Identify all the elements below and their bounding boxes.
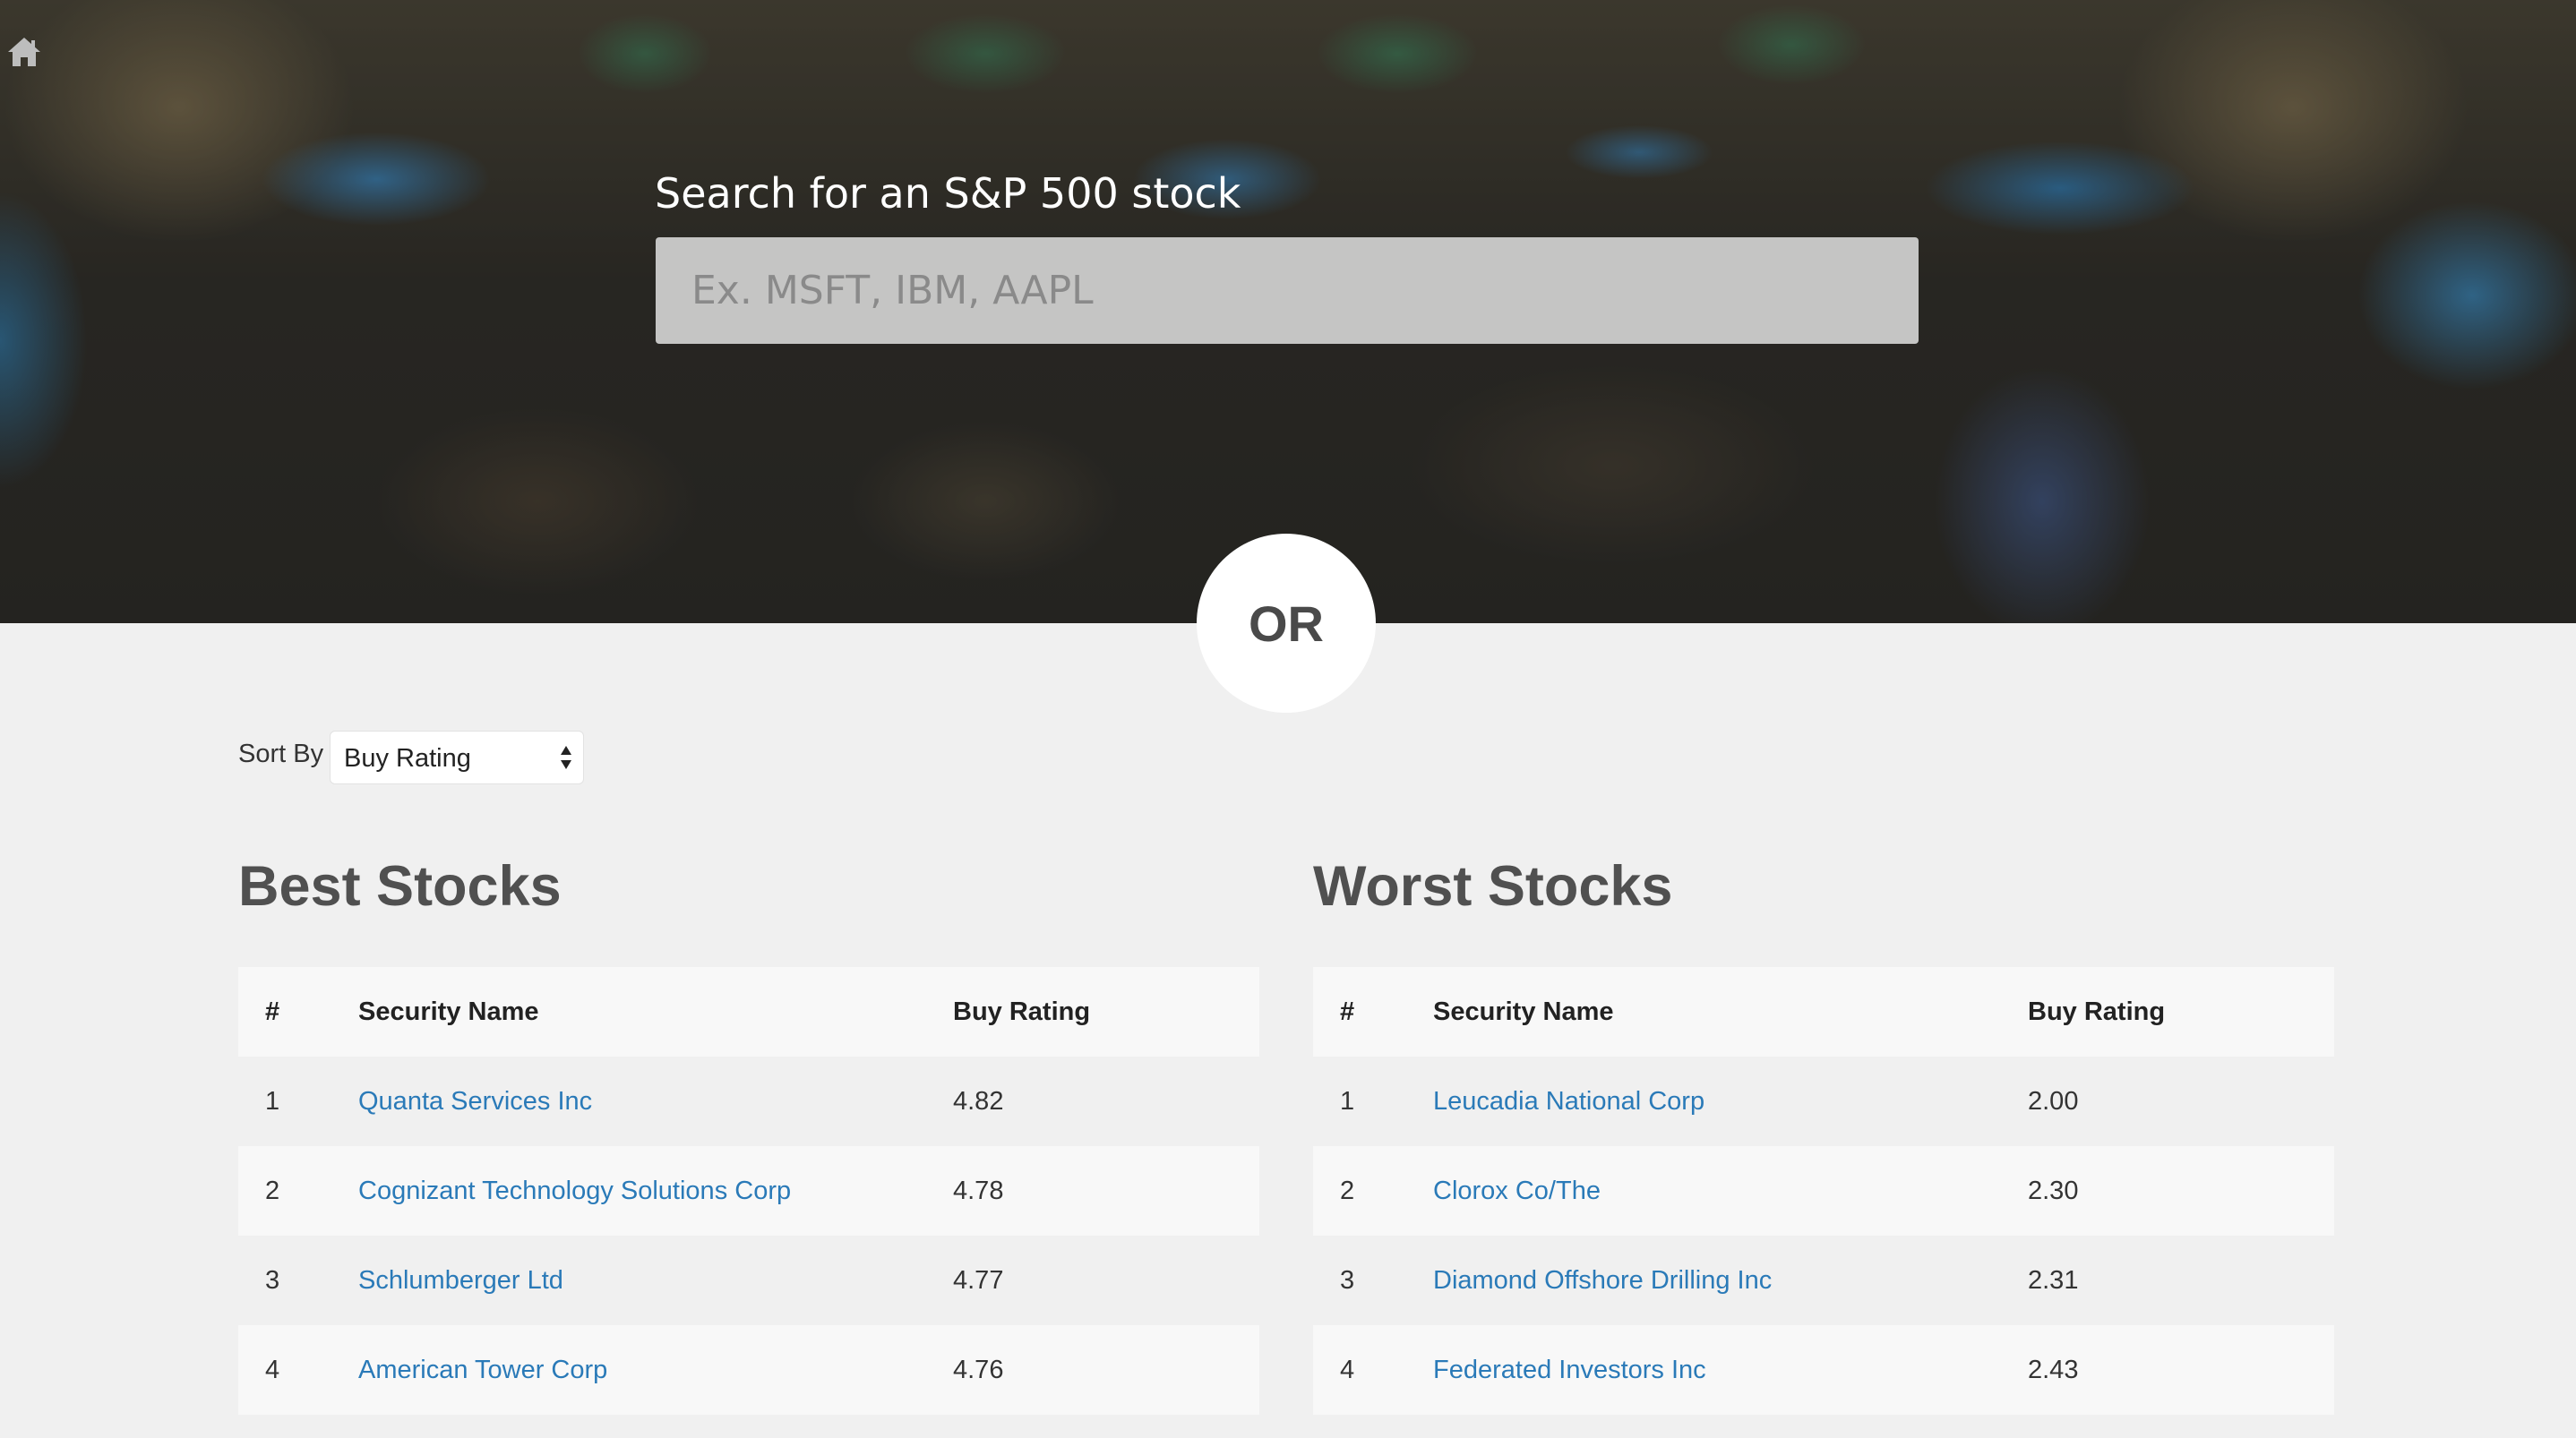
search-label: Search for an S&P 500 stock [655,169,1241,218]
rank-cell: 4 [1340,1355,1355,1384]
rank-cell: 3 [265,1265,280,1295]
rating-cell: 4.78 [953,1176,1004,1205]
rating-cell: 2.31 [2028,1265,2079,1295]
hero-banner: Search for an S&P 500 stock [0,0,2576,623]
rank-cell: 2 [265,1176,280,1205]
rank-cell: 2 [1340,1176,1355,1205]
table-header-row: # Security Name Buy Rating [238,967,1259,1057]
sort-select-value: Buy Rating [344,744,471,773]
table-row: 1 Leucadia National Corp 2.00 [1313,1057,2334,1146]
table-row: 4 Federated Investors Inc 2.43 [1313,1325,2334,1415]
column-header-rating: Buy Rating [2028,997,2166,1026]
name-cell: Quanta Services Inc [358,1057,953,1146]
sort-label: Sort By [238,740,324,768]
name-cell: Schlumberger Ltd [358,1236,953,1325]
stock-link[interactable]: Leucadia National Corp [1433,1087,1704,1116]
column-header-name: Security Name [1433,997,1614,1026]
table-row: 4 American Tower Corp 4.76 [238,1325,1259,1415]
rating-cell: 2.00 [2028,1086,2079,1116]
stock-link[interactable]: Cognizant Technology Solutions Corp [358,1177,791,1205]
sort-arrows-icon [560,744,572,771]
table-row: 2 Clorox Co/The 2.30 [1313,1146,2334,1236]
worst-stocks-title: Worst Stocks [1313,855,1673,918]
rank-cell: 4 [265,1355,280,1384]
table-header-row: # Security Name Buy Rating [1313,967,2334,1057]
table-row: 1 Quanta Services Inc 4.82 [238,1057,1259,1146]
or-divider: OR [1197,534,1376,713]
table-row: 3 Diamond Offshore Drilling Inc 2.31 [1313,1236,2334,1325]
stock-link[interactable]: American Tower Corp [358,1356,607,1384]
rank-cell: 3 [1340,1265,1355,1295]
stock-link[interactable]: Clorox Co/The [1433,1177,1601,1205]
worst-stocks-panel: Worst Stocks # Security Name Buy Rating … [1313,842,2334,1415]
column-header-rank: # [1340,997,1355,1026]
name-cell: Clorox Co/The [1433,1146,2028,1236]
home-icon[interactable] [7,36,41,68]
stock-link[interactable]: Federated Investors Inc [1433,1356,1706,1384]
best-stocks-table: # Security Name Buy Rating 1 Quanta Serv… [238,967,1259,1415]
best-stocks-title: Best Stocks [238,855,562,918]
rating-cell: 2.43 [2028,1355,2079,1384]
rank-cell: 1 [265,1086,280,1116]
name-cell: Cognizant Technology Solutions Corp [358,1146,953,1236]
stock-link[interactable]: Quanta Services Inc [358,1087,592,1116]
rating-cell: 4.82 [953,1086,1004,1116]
rating-cell: 2.30 [2028,1176,2079,1205]
column-header-rating: Buy Rating [953,997,1091,1026]
rating-cell: 4.76 [953,1355,1004,1384]
rating-cell: 4.77 [953,1265,1004,1295]
stock-link[interactable]: Diamond Offshore Drilling Inc [1433,1266,1772,1295]
stock-link[interactable]: Schlumberger Ltd [358,1266,563,1295]
table-row: 2 Cognizant Technology Solutions Corp 4.… [238,1146,1259,1236]
column-header-name: Security Name [358,997,539,1026]
name-cell: Diamond Offshore Drilling Inc [1433,1236,2028,1325]
table-row: 3 Schlumberger Ltd 4.77 [238,1236,1259,1325]
rank-cell: 1 [1340,1086,1355,1116]
search-input[interactable] [656,237,1919,344]
best-stocks-panel: Best Stocks # Security Name Buy Rating 1… [238,842,1259,1415]
name-cell: Federated Investors Inc [1433,1325,2028,1415]
name-cell: Leucadia National Corp [1433,1057,2028,1146]
name-cell: American Tower Corp [358,1325,953,1415]
worst-stocks-table: # Security Name Buy Rating 1 Leucadia Na… [1313,967,2334,1415]
column-header-rank: # [265,997,280,1026]
sort-select[interactable]: Buy Rating [330,731,584,784]
